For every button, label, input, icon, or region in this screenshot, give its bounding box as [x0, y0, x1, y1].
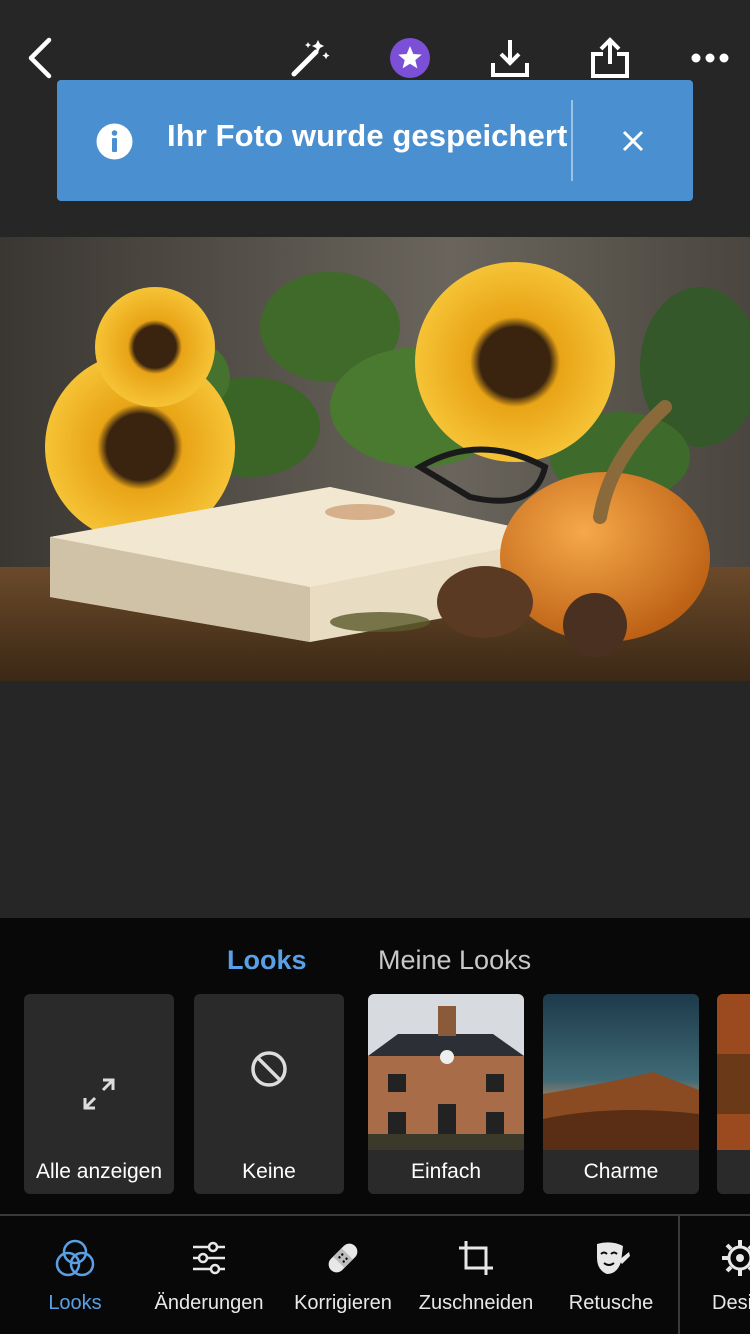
nav-retusche[interactable]: Retusche — [546, 1232, 676, 1322]
share-icon[interactable] — [586, 34, 634, 82]
look-card-einfach[interactable]: Einfach — [368, 994, 524, 1194]
nav-label: Retusche — [568, 1292, 654, 1314]
design-gear-icon — [718, 1236, 750, 1280]
info-icon — [96, 123, 133, 160]
nav-label: Zuschneiden — [418, 1292, 534, 1314]
nav-label: Desi — [712, 1292, 750, 1314]
nav-label: Änderungen — [154, 1292, 264, 1314]
sliders-icon — [187, 1236, 231, 1280]
more-options-icon[interactable] — [686, 34, 734, 82]
tab-meine-looks[interactable]: Meine Looks — [378, 945, 531, 976]
look-card-partial[interactable] — [717, 994, 750, 1194]
nav-zuschneiden[interactable]: Zuschneiden — [411, 1232, 541, 1322]
bandage-icon — [321, 1236, 365, 1280]
magic-wand-icon[interactable] — [286, 34, 334, 82]
panel-divider — [0, 1214, 750, 1216]
nav-label: Looks — [48, 1292, 102, 1314]
tab-looks[interactable]: Looks — [227, 945, 307, 976]
look-card-label: Charme — [543, 1150, 699, 1194]
toast-divider — [571, 100, 573, 181]
nav-label: Korrigieren — [294, 1292, 392, 1314]
premium-star-icon[interactable] — [386, 34, 434, 82]
photo-preview[interactable] — [0, 237, 750, 681]
nav-korrigieren[interactable]: Korrigieren — [278, 1232, 408, 1322]
look-card-charme[interactable]: Charme — [543, 994, 699, 1194]
crop-icon — [454, 1236, 498, 1280]
look-card-alle-anzeigen[interactable]: Alle anzeigen — [24, 994, 174, 1194]
close-icon[interactable] — [613, 121, 653, 161]
look-card-keine[interactable]: Keine — [194, 994, 344, 1194]
nav-separator — [678, 1216, 680, 1334]
toast-message: Ihr Foto wurde gespeichert — [167, 118, 568, 153]
look-card-label: Alle anzeigen — [35, 1160, 163, 1183]
nav-design[interactable]: Desi — [690, 1232, 750, 1322]
download-icon[interactable] — [486, 34, 534, 82]
look-card-label: Einfach — [368, 1150, 524, 1194]
retouch-face-icon — [589, 1236, 633, 1280]
nav-looks[interactable]: Looks — [10, 1232, 140, 1322]
looks-circles-icon — [53, 1236, 97, 1280]
nav-aenderungen[interactable]: Änderungen — [144, 1232, 274, 1322]
look-card-label: Keine — [242, 1160, 296, 1183]
none-circle-slash-icon — [250, 1050, 288, 1093]
house-photo-thumbnail — [368, 994, 524, 1150]
expand-arrows-icon — [79, 1074, 119, 1119]
back-arrow-icon[interactable] — [16, 34, 64, 82]
mountain-dusk-photo-thumbnail — [543, 994, 699, 1150]
